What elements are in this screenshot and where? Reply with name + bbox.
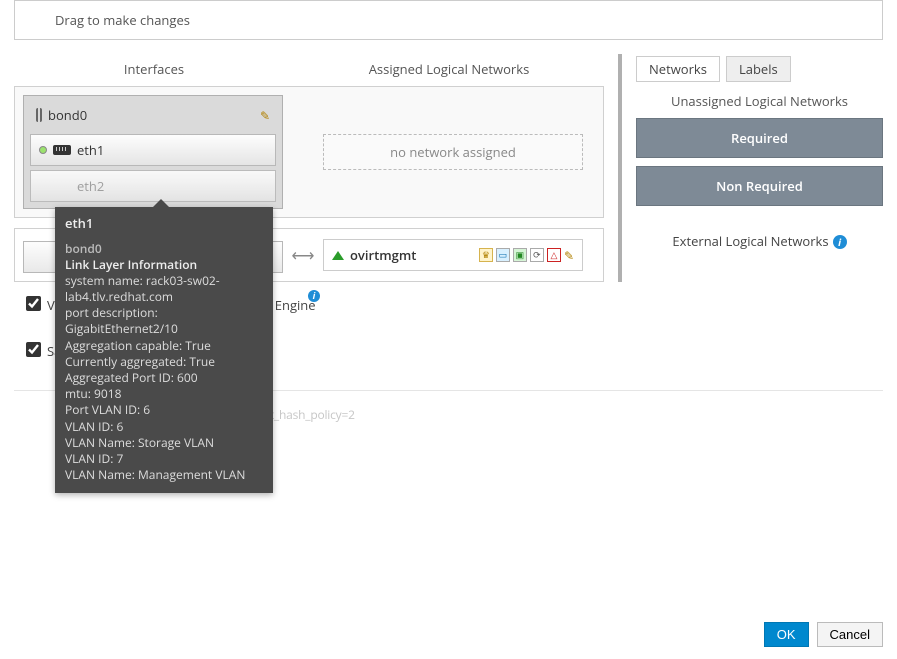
info-icon[interactable]: i [308,290,320,302]
lldp-tooltip: eth1 bond0 Link Layer Information system… [55,207,273,493]
edit-network-icon[interactable]: ✎ [564,247,574,264]
unassigned-networks-header: Unassigned Logical Networks [636,92,883,110]
network-ovirtmgmt-label: ovirtmgmt [350,246,416,264]
tooltip-vlan6-id: VLAN ID: 6 [65,419,263,435]
out-of-sync-icon: △ [547,248,561,262]
bond0-name: bond0 [48,106,87,124]
interface-eth2-label: eth2 [77,177,104,195]
tooltip-system-name: system name: rack03-sw02-lab4.tlv.redhat… [65,273,263,305]
ok-button[interactable]: OK [764,622,809,647]
bond-handle-icon [36,108,42,122]
verify-connectivity-checkbox[interactable] [26,296,41,311]
sync-icon: ⟳ [530,248,544,262]
tooltip-port-desc-value: GigabitEthernet2/10 [65,321,263,337]
tooltip-agg-capable: Aggregation capable: True [65,338,263,354]
drag-notice-text: Drag to make changes [55,11,190,29]
tooltip-vlan7-id: VLAN ID: 7 [65,451,263,467]
external-networks-header: External Logical Networksi [636,232,883,250]
tooltip-port-desc-label: port description: [65,305,263,321]
bond0-box: bond0 ✎ eth1 eth2 [14,86,604,218]
tooltip-section-header: Link Layer Information [65,257,263,273]
main-area: Interfaces Assigned Logical Networks bon… [14,54,883,282]
tooltip-parent-name: bond0 [65,241,263,257]
interface-eth1-label: eth1 [77,141,104,159]
tab-networks[interactable]: Networks [636,56,720,82]
arrow-up-icon [332,251,344,260]
save-config-checkbox[interactable] [26,342,41,357]
status-up-icon [39,146,47,154]
network-badges: ♛ ▭ ▣ ⟳ △ ✎ [479,247,574,264]
tabs: Networks Labels [636,56,883,82]
tooltip-vlan6-name: VLAN Name: Storage VLAN [65,435,263,451]
management-net-icon: ♛ [479,248,493,262]
left-column: Interfaces Assigned Logical Networks bon… [14,54,604,282]
assigned-header: Assigned Logical Networks [294,54,604,86]
drag-notice: Drag to make changes [14,0,883,40]
link-arrow-icon: ⟷ [283,244,323,266]
display-net-icon: ▣ [513,248,527,262]
tooltip-interface-name: eth1 [65,215,263,233]
info-icon[interactable]: i [833,235,847,249]
tooltip-agg-port-id: Aggregated Port ID: 600 [65,370,263,386]
cancel-button[interactable]: Cancel [817,622,883,647]
nic-icon [53,145,71,155]
tooltip-vlan7-name: VLAN Name: Management VLAN [65,467,263,483]
bond0-group[interactable]: bond0 ✎ eth1 eth2 [23,95,283,209]
vm-net-icon: ▭ [496,248,510,262]
tooltip-currently-agg: Currently aggregated: True [65,354,263,370]
interface-eth2[interactable]: eth2 [30,170,276,202]
dialog-footer: OK Cancel [764,622,883,647]
edit-bond0-icon[interactable]: ✎ [260,107,270,124]
tooltip-port-vlan-id: Port VLAN ID: 6 [65,402,263,418]
tooltip-mtu: mtu: 9018 [65,386,263,402]
interfaces-header: Interfaces [14,54,294,86]
bond0-header: bond0 ✎ [30,102,276,130]
network-ovirtmgmt[interactable]: ovirtmgmt ♛ ▭ ▣ ⟳ △ ✎ [323,239,583,271]
required-group[interactable]: Required [636,118,883,158]
no-network-assigned[interactable]: no network assigned [323,134,583,170]
tab-labels[interactable]: Labels [726,56,791,82]
right-column: Networks Labels Unassigned Logical Netwo… [618,54,883,282]
non-required-group[interactable]: Non Required [636,166,883,206]
interface-eth1[interactable]: eth1 [30,134,276,166]
